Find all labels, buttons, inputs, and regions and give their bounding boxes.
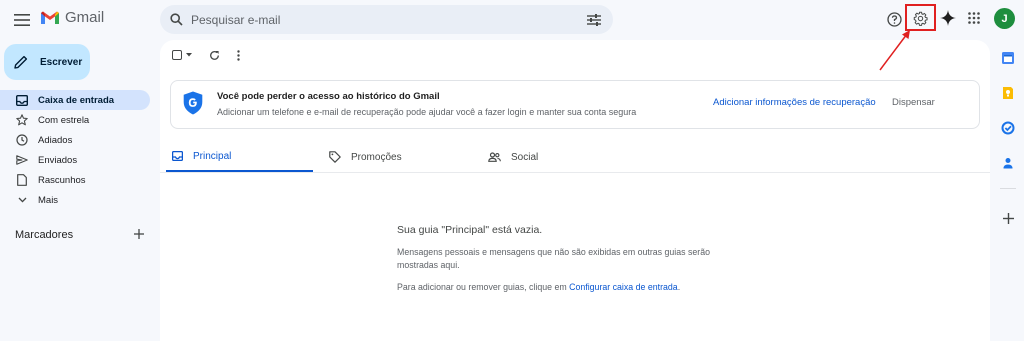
clock-icon (16, 134, 28, 146)
configure-inbox-suffix: . (677, 282, 681, 292)
refresh-button[interactable] (208, 49, 220, 61)
sparkle-icon (940, 10, 956, 26)
tab-promocoes[interactable]: Promoções (329, 142, 402, 172)
dismiss-button[interactable]: Dispensar (892, 97, 935, 108)
plus-icon (134, 229, 144, 239)
search-options-icon[interactable] (587, 13, 601, 26)
add-recovery-info-link[interactable]: Adicionar informações de recuperação (713, 97, 876, 108)
configure-inbox-text: Para adicionar ou remover guias, clique … (397, 282, 680, 292)
keep-icon[interactable] (1001, 86, 1015, 100)
tasks-icon[interactable] (1001, 121, 1015, 135)
tabs-divider (160, 172, 990, 173)
draft-icon (16, 174, 28, 186)
app-name: Gmail (65, 9, 105, 26)
sidebar-item-more[interactable]: Mais (0, 190, 150, 210)
help-button[interactable] (884, 9, 904, 29)
gmail-logo[interactable]: Gmail (40, 9, 104, 26)
caret-down-icon (186, 53, 192, 57)
search-icon[interactable] (170, 13, 183, 26)
configure-inbox-link[interactable]: Configurar caixa de entrada (569, 282, 678, 292)
account-avatar[interactable]: J (994, 8, 1015, 29)
more-actions-button[interactable] (233, 49, 243, 61)
tag-icon (329, 151, 341, 163)
sidebar-item-label: Rascunhos (38, 174, 86, 186)
sidebar-item-sent[interactable]: Enviados (0, 150, 150, 170)
select-options-dropdown[interactable] (185, 52, 193, 58)
labels-section-title: Marcadores (15, 229, 74, 241)
chevron-down-icon (16, 194, 28, 206)
search-bar[interactable] (160, 5, 613, 34)
hamburger-icon (14, 14, 30, 26)
sidebar-item-label: Mais (38, 194, 59, 206)
google-shield-icon (183, 91, 203, 115)
tab-label: Principal (193, 150, 232, 162)
apps-grid-icon (968, 12, 980, 24)
tab-label: Social (511, 151, 539, 163)
empty-state-title: Sua guia "Principal" está vazia. (397, 224, 543, 236)
compose-label: Escrever (40, 56, 83, 68)
tab-principal[interactable]: Principal (166, 142, 313, 173)
annotation-arrow-icon (879, 30, 910, 71)
empty-state-text: Mensagens pessoais e mensagens que não s… (397, 247, 710, 270)
sidebar-item-label: Com estrela (38, 114, 90, 126)
sidebar-item-label: Caixa de entrada (38, 94, 115, 106)
sidebar-item-drafts[interactable]: Rascunhos (0, 170, 150, 190)
gemini-button[interactable] (938, 8, 958, 28)
inbox-icon (172, 151, 183, 161)
search-input[interactable] (191, 12, 587, 27)
calendar-icon[interactable] (1001, 51, 1015, 65)
inbox-icon (16, 94, 28, 106)
refresh-icon (209, 50, 219, 60)
contacts-icon[interactable] (1001, 156, 1015, 170)
configure-inbox-prefix: Para adicionar ou remover guias, clique … (397, 282, 570, 292)
apps-button[interactable] (965, 9, 983, 27)
star-icon (16, 114, 28, 126)
settings-button[interactable] (911, 9, 929, 27)
sidebar-item-starred[interactable]: Com estrela (0, 110, 150, 130)
side-rail-divider (1000, 188, 1016, 189)
sidebar-item-label: Enviados (38, 154, 78, 166)
more-vertical-icon (236, 49, 240, 61)
gmail-m-icon (41, 11, 59, 24)
people-icon (488, 152, 501, 162)
banner-text: Adicionar um telefone e e-mail de recupe… (217, 107, 637, 117)
help-icon (886, 11, 902, 27)
banner-title: Você pode perder o acesso ao histórico d… (217, 91, 440, 102)
compose-button[interactable]: Escrever (4, 44, 90, 80)
sidebar-item-label: Adiados (38, 134, 73, 146)
sidebar-item-snoozed[interactable]: Adiados (0, 130, 150, 150)
main-menu-button[interactable] (10, 8, 34, 32)
gear-icon (913, 11, 928, 26)
sidebar-item-inbox[interactable]: Caixa de entrada (0, 90, 150, 110)
select-all-checkbox[interactable] (172, 50, 182, 60)
send-icon (16, 154, 28, 166)
tab-label: Promoções (351, 151, 402, 163)
add-label-button[interactable] (133, 227, 145, 241)
tab-social[interactable]: Social (488, 142, 538, 172)
get-addons-button[interactable] (1001, 211, 1015, 225)
plus-icon (1002, 212, 1014, 224)
pencil-icon (14, 55, 28, 69)
